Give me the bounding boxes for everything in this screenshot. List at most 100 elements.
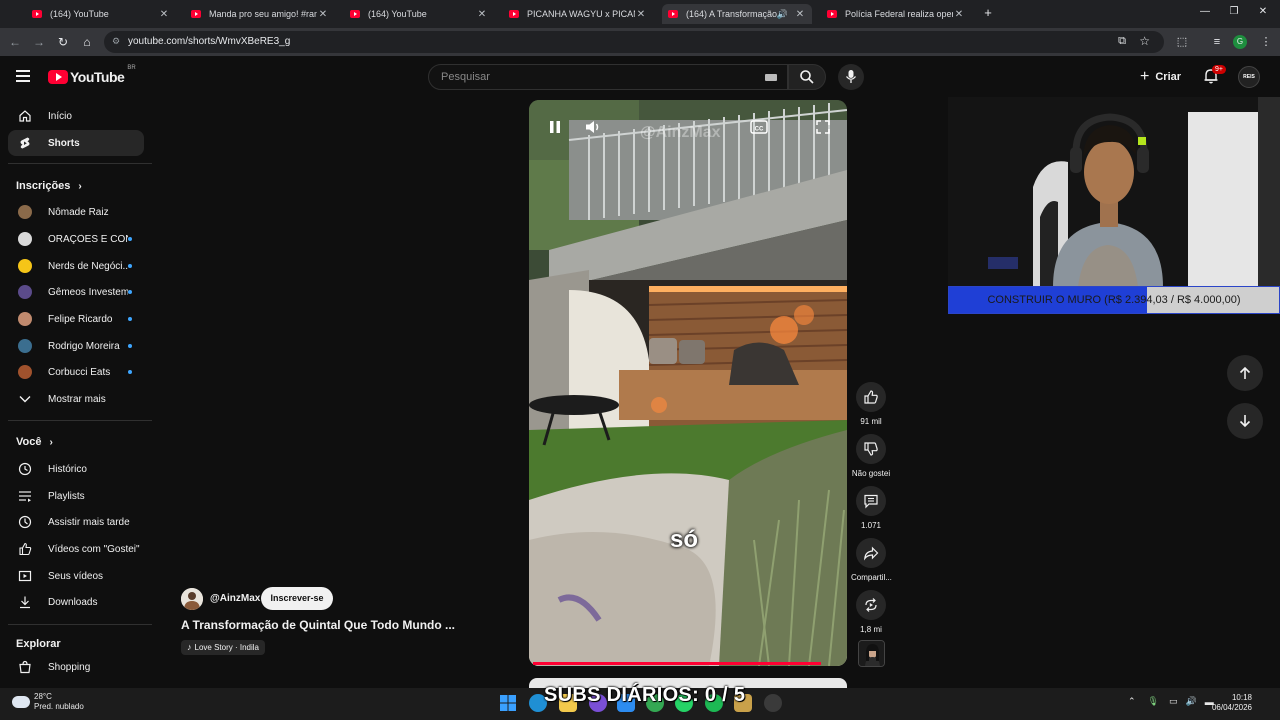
subscription-item[interactable]: Nômade Raiz: [8, 199, 144, 225]
sidebar-item-downloads[interactable]: Downloads: [8, 589, 144, 615]
remix-button[interactable]: 1,8 mi: [851, 590, 891, 634]
share-button[interactable]: Compartil...: [851, 538, 892, 582]
sidebar-item-shopping[interactable]: Shopping: [8, 654, 144, 680]
browser-tab-active[interactable]: (164) A Transformação de Quintal🔊 ✕: [662, 4, 812, 24]
youtube-logo[interactable]: YouTube BR: [48, 65, 136, 85]
short-title[interactable]: A Transformação de Quintal Que Todo Mund…: [181, 618, 455, 632]
subscription-item[interactable]: Rodrigo Moreira: [8, 333, 144, 359]
bookmark-star-icon[interactable]: ☆: [1139, 34, 1150, 48]
keyboard-icon[interactable]: [765, 74, 777, 81]
your-videos-icon: [18, 569, 32, 583]
profile-avatar-icon[interactable]: G: [1233, 35, 1247, 49]
back-icon[interactable]: ←: [7, 34, 23, 50]
menu-icon[interactable]: [16, 70, 32, 82]
sidebar-item-label: Seus vídeos: [48, 570, 104, 582]
microphone-tray-icon[interactable]: 🎙: [1148, 696, 1159, 707]
weather-widget[interactable]: 28°C Pred. nublado: [12, 692, 84, 712]
speaker-tray-icon[interactable]: 🔊: [1186, 696, 1197, 707]
music-chip[interactable]: ♪ Love Story · Indila: [181, 640, 265, 655]
sidebar-item-label: Assistir mais tarde: [48, 516, 130, 528]
sidebar-item-history[interactable]: Histórico: [8, 456, 144, 482]
window-close-icon[interactable]: ✕: [1256, 6, 1270, 17]
video-progress-bar[interactable]: [533, 662, 822, 665]
reload-icon[interactable]: ↻: [55, 34, 71, 50]
channel-avatar[interactable]: [181, 588, 203, 610]
dislike-button[interactable]: Não gostei: [851, 434, 891, 478]
browser-tab[interactable]: (164) YouTube ✕: [344, 4, 494, 24]
sidebar-item-playlists[interactable]: Playlists: [8, 483, 144, 509]
channel-avatar: [18, 205, 32, 219]
shopping-icon: [18, 660, 32, 674]
sidebar-item-your-videos[interactable]: Seus vídeos: [8, 563, 144, 589]
channel-handle[interactable]: @AinzMax: [210, 593, 260, 604]
sidebar-item-inicio[interactable]: Início: [8, 103, 144, 129]
home-button-icon[interactable]: ⌂: [79, 34, 95, 50]
obs-icon[interactable]: [764, 694, 782, 712]
sound-thumbnail[interactable]: [858, 640, 885, 667]
close-tab-icon[interactable]: ✕: [635, 9, 647, 20]
create-button[interactable]: + Criar: [1140, 66, 1181, 88]
comments-button[interactable]: 1.071: [851, 486, 891, 530]
close-tab-icon[interactable]: ✕: [158, 9, 170, 20]
captions-button[interactable]: CC: [749, 118, 769, 136]
volume-button[interactable]: [583, 117, 603, 137]
browser-menu-icon[interactable]: ⋮: [1258, 34, 1274, 50]
speaker-icon[interactable]: 🔊: [777, 9, 788, 20]
subscription-item[interactable]: Nerds de Negóci...: [8, 253, 144, 279]
divider: [8, 420, 152, 421]
browser-tab[interactable]: Polícia Federal realiza operação✕: [821, 4, 971, 24]
sidebar-item-shorts[interactable]: Shorts: [8, 130, 144, 156]
fullscreen-button[interactable]: [813, 117, 833, 137]
daily-subs-overlay: SUBS DIÁRIOS: 0 / 5: [544, 684, 746, 706]
browser-tab[interactable]: (164) YouTube ✕: [26, 4, 176, 24]
close-tab-icon[interactable]: ✕: [317, 9, 329, 20]
account-avatar[interactable]: REIS: [1238, 66, 1260, 88]
cloud-icon: [12, 696, 30, 708]
voice-search-button[interactable]: [838, 64, 864, 90]
next-short-button[interactable]: [1227, 403, 1263, 439]
channel-avatar: [18, 339, 32, 353]
subscriptions-header[interactable]: Inscrições ›: [16, 180, 82, 192]
browser-tab[interactable]: Manda pro seu amigo! #ram #carros✕: [185, 4, 335, 24]
forward-icon[interactable]: →: [31, 34, 47, 50]
taskbar-clock[interactable]: 10:18 06/04/2026: [1204, 693, 1252, 713]
site-info-icon[interactable]: ⚙: [112, 36, 120, 47]
video-caption-text: só: [670, 526, 699, 553]
subscribe-button[interactable]: Inscrever-se: [261, 587, 333, 610]
start-menu-icon[interactable]: [499, 694, 517, 712]
arrow-up-icon: [1239, 366, 1251, 379]
close-tab-icon[interactable]: ✕: [794, 9, 806, 20]
media-controls-icon[interactable]: ≡: [1209, 34, 1225, 50]
youtube-favicon-icon: [350, 10, 360, 18]
search-button[interactable]: [788, 64, 826, 90]
sidebar-item-liked-videos[interactable]: Vídeos com "Gostei": [8, 536, 144, 562]
browser-tab[interactable]: PICANHA WAGYU x PICANHA COMUM✕: [503, 4, 653, 24]
shorts-video-player[interactable]: [529, 100, 847, 666]
extensions-icon[interactable]: ⬚: [1174, 34, 1190, 50]
pause-button[interactable]: [545, 117, 565, 137]
close-tab-icon[interactable]: ✕: [953, 9, 965, 20]
address-bar[interactable]: ⚙ youtube.com/shorts/WmvXBeRE3_g ⧉ ☆: [104, 31, 1164, 53]
network-icon[interactable]: ▭: [1169, 696, 1178, 707]
cast-icon[interactable]: ⧉: [1118, 35, 1126, 48]
subscription-item[interactable]: Felipe Ricardo: [8, 306, 144, 332]
previous-short-button[interactable]: [1227, 355, 1263, 391]
new-content-dot: [128, 317, 132, 321]
search-input[interactable]: Pesquisar: [428, 64, 788, 90]
tray-chevron-up-icon[interactable]: ⌃: [1128, 696, 1136, 707]
close-tab-icon[interactable]: ✕: [476, 9, 488, 20]
shorts-icon: [18, 136, 32, 150]
sidebar-item-watch-later[interactable]: Assistir mais tarde: [8, 509, 144, 535]
arrow-down-icon: [1239, 415, 1251, 428]
restore-icon[interactable]: ❐: [1227, 6, 1241, 17]
new-tab-button[interactable]: +: [980, 5, 996, 21]
subscription-item[interactable]: ORAÇÕES E CON...: [8, 226, 144, 252]
minimize-icon[interactable]: —: [1198, 6, 1212, 17]
you-header[interactable]: Você ›: [16, 436, 53, 448]
url-text[interactable]: youtube.com/shorts/WmvXBeRE3_g: [128, 36, 290, 47]
tab-title: (164) YouTube: [368, 9, 427, 19]
show-more-button[interactable]: Mostrar mais: [8, 386, 144, 412]
like-button[interactable]: 91 mil: [851, 382, 891, 426]
subscription-item[interactable]: Gêmeos Investem: [8, 279, 144, 305]
subscription-item[interactable]: Corbucci Eats: [8, 359, 144, 385]
